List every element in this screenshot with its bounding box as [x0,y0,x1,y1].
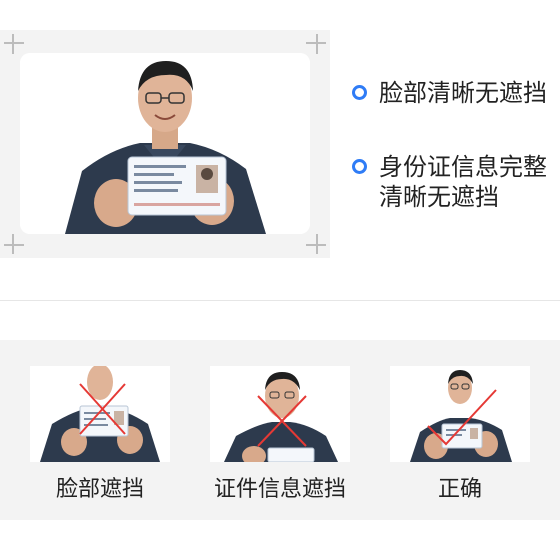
example-photo [210,366,350,462]
frame-corner-icon [4,234,24,254]
frame-corner-icon [306,34,326,54]
tip-id-clear: 身份证信息完整清晰无遮挡 [352,152,560,212]
example-correct: 正确 [390,366,530,504]
example-id-blocked: 证件信息遮挡 [210,366,350,504]
examples-section: 脸部遮挡 证件信息遮挡 正确 [0,340,560,520]
bullet-ring-icon [352,85,367,100]
example-face-blocked: 脸部遮挡 [30,366,170,504]
section-divider [0,300,560,301]
person-holding-id-illustration [30,366,170,462]
person-holding-id-illustration [20,53,310,234]
tip-face-clear: 脸部清晰无遮挡 [352,78,560,108]
example-photo [30,366,170,462]
frame-corner-icon [4,34,24,54]
example-label: 证件信息遮挡 [213,477,346,502]
bullet-ring-icon [352,159,367,174]
sample-photo-card [0,30,330,258]
frame-corner-icon [306,234,326,254]
sample-photo [20,53,310,234]
example-label: 脸部遮挡 [55,477,144,502]
person-holding-id-illustration [210,366,350,462]
tip-text: 脸部清晰无遮挡 [379,79,547,107]
example-label: 正确 [437,477,482,502]
person-holding-id-illustration [390,366,530,462]
tip-text: 身份证信息完整清晰无遮挡 [379,153,547,211]
example-photo [390,366,530,462]
